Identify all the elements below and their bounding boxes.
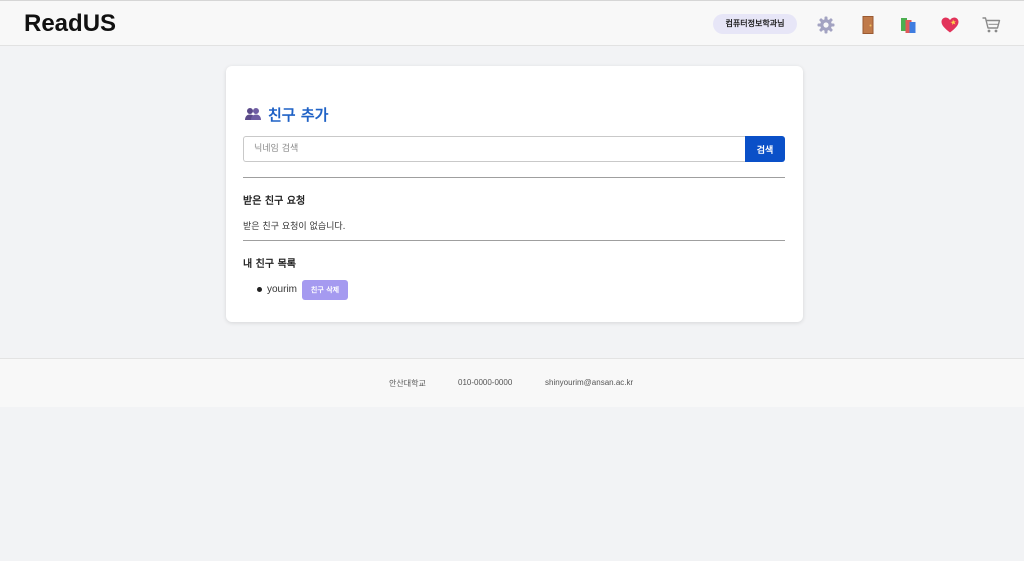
nickname-search-input[interactable] — [243, 136, 746, 162]
cart-icon[interactable] — [981, 15, 1001, 35]
top-header: ReadUS 컴퓨터정보학과님 — [0, 0, 1024, 46]
divider — [243, 177, 785, 178]
divider — [243, 240, 785, 241]
door-icon[interactable] — [858, 15, 878, 35]
footer-email: shinyourim@ansan.ac.kr — [545, 378, 634, 387]
bullet-icon — [257, 287, 262, 292]
friend-name: yourim — [267, 284, 298, 295]
footer-phone: 010-0000-0000 — [458, 378, 513, 387]
my-friends-heading: 내 친구 목록 — [243, 259, 296, 270]
footer: 안산대학교 010-0000-0000 shinyourim@ansan.ac.… — [0, 358, 1024, 407]
user-badge[interactable]: 컴퓨터정보학과님 — [713, 14, 797, 34]
received-requests-heading: 받은 친구 요청 — [243, 196, 306, 207]
friend-card: 친구 추가 검색 받은 친구 요청 받은 친구 요청이 없습니다. 내 친구 목… — [226, 66, 803, 322]
books-icon[interactable] — [898, 15, 918, 35]
received-requests-empty-message: 받은 친구 요청이 없습니다. — [243, 222, 346, 232]
gear-icon[interactable] — [816, 15, 836, 35]
logo[interactable]: ReadUS — [24, 10, 116, 38]
delete-friend-button[interactable]: 친구 삭제 — [302, 280, 348, 300]
search-button[interactable]: 검색 — [745, 136, 785, 162]
people-icon — [244, 106, 262, 122]
page-title: 친구 추가 — [268, 106, 329, 124]
footer-school: 안산대학교 — [389, 379, 426, 388]
heart-icon[interactable] — [940, 15, 960, 35]
